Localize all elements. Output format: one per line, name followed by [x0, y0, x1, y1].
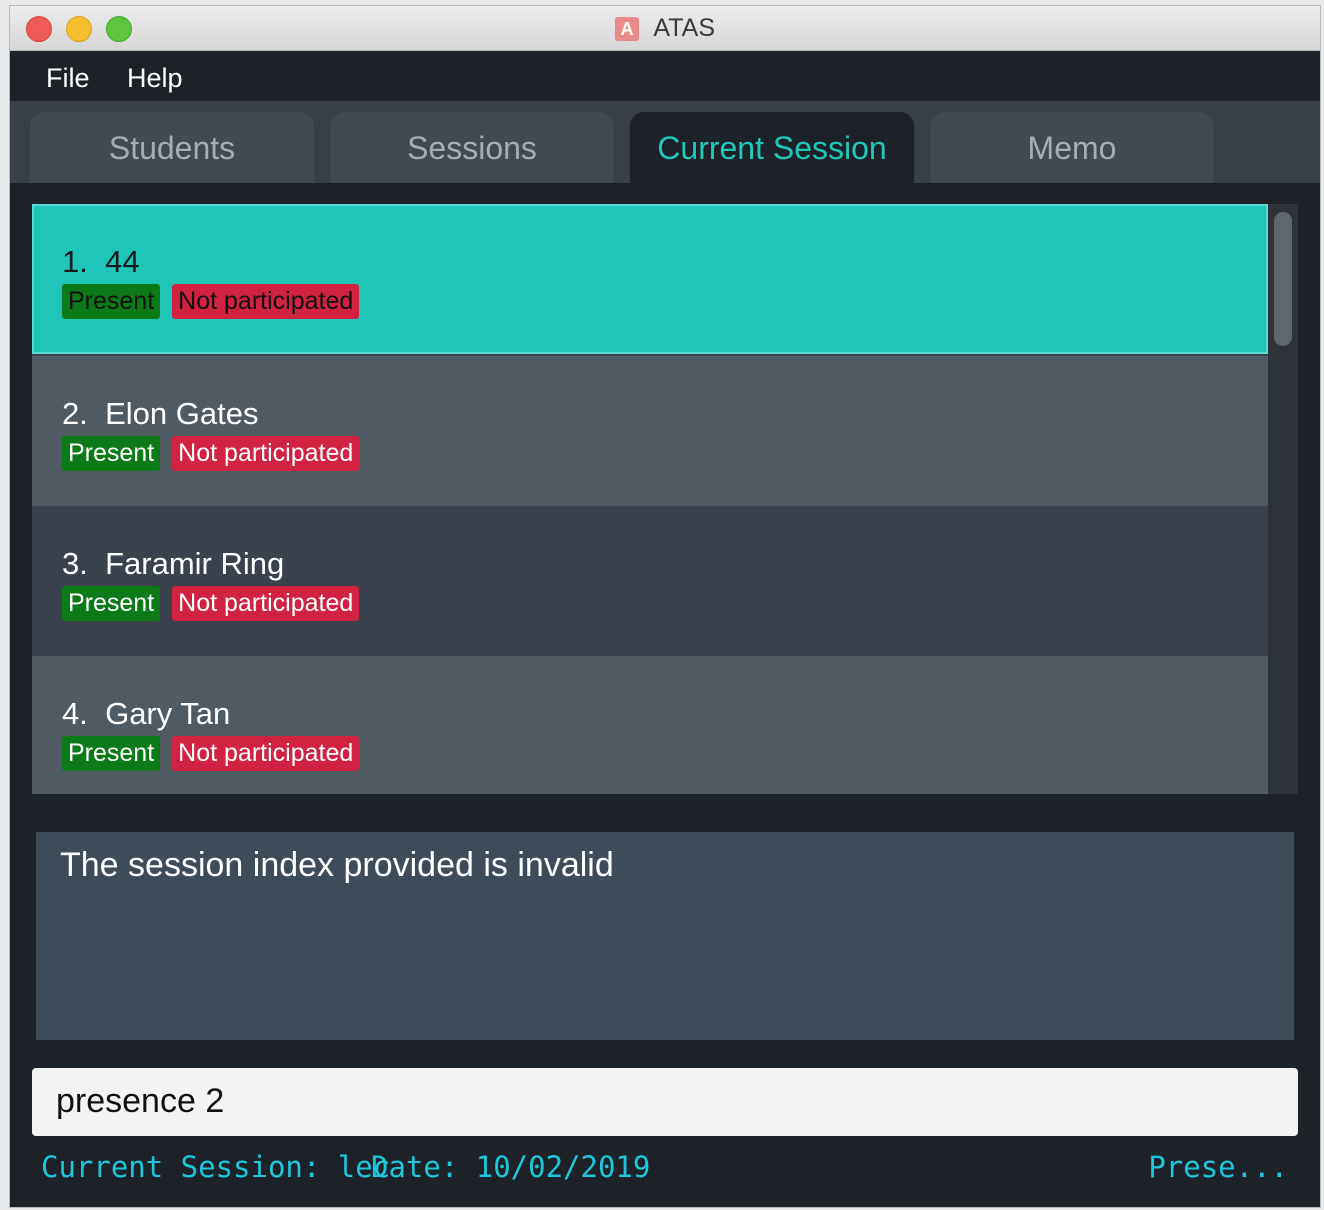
menu-help[interactable]: Help — [127, 63, 183, 94]
title-bar: A ATAS — [10, 6, 1320, 51]
participation-badge: Not participated — [172, 284, 360, 319]
list-item[interactable]: 3. Faramir Ring Present Not participated — [32, 506, 1268, 656]
status-save-location: Prese... — [1148, 1150, 1288, 1184]
menu-bar: File Help — [10, 51, 1320, 101]
result-message: The session index provided is invalid — [60, 846, 614, 884]
menu-file[interactable]: File — [46, 63, 90, 94]
app-logo-icon: A — [614, 16, 639, 41]
status-bar: Current Session: lec Date: 10/02/2019 Pr… — [10, 1146, 1320, 1207]
list-item[interactable]: 4. Gary Tan Present Not participated — [32, 656, 1268, 794]
window-title: A ATAS — [10, 14, 1320, 42]
present-badge: Present — [62, 284, 161, 319]
result-display: The session index provided is invalid — [36, 832, 1294, 1040]
tab-students[interactable]: Students — [30, 112, 314, 183]
student-label: 4. Gary Tan — [62, 696, 231, 731]
scrollbar-thumb[interactable] — [1274, 212, 1292, 346]
list-scrollbar[interactable] — [1268, 204, 1298, 794]
present-badge: Present — [62, 586, 161, 621]
status-current-session: Current Session: lec — [41, 1150, 391, 1184]
list-item[interactable]: 2. Elon Gates Present Not participated — [32, 356, 1268, 506]
status-badges: Present Not participated — [62, 736, 371, 771]
status-badges: Present Not participated — [62, 586, 371, 621]
status-badges: Present Not participated — [62, 436, 371, 471]
tab-sessions[interactable]: Sessions — [330, 112, 614, 183]
command-input-value[interactable]: presence 2 — [56, 1082, 224, 1121]
student-label: 3. Faramir Ring — [62, 546, 285, 581]
tab-bar: Students Sessions Current Session Memo — [10, 101, 1320, 183]
tab-current-session[interactable]: Current Session — [630, 112, 914, 183]
tab-memo[interactable]: Memo — [930, 112, 1214, 183]
present-badge: Present — [62, 736, 161, 771]
window-title-text: ATAS — [653, 14, 716, 42]
app-window: A ATAS File Help Students Sessions Curre… — [10, 6, 1320, 1207]
attendance-list[interactable]: 1. 44 Present Not participated 2. Elon Ga… — [32, 204, 1298, 794]
student-label: 1. 44 — [62, 244, 140, 279]
status-date: Date: 10/02/2019 — [371, 1150, 651, 1184]
participation-badge: Not participated — [172, 586, 360, 621]
status-badges: Present Not participated — [62, 284, 371, 319]
present-badge: Present — [62, 436, 161, 471]
student-label: 2. Elon Gates — [62, 396, 259, 431]
list-item-selected[interactable]: 1. 44 Present Not participated — [32, 204, 1268, 354]
participation-badge: Not participated — [172, 436, 360, 471]
command-input[interactable]: presence 2 — [32, 1068, 1298, 1136]
participation-badge: Not participated — [172, 736, 360, 771]
